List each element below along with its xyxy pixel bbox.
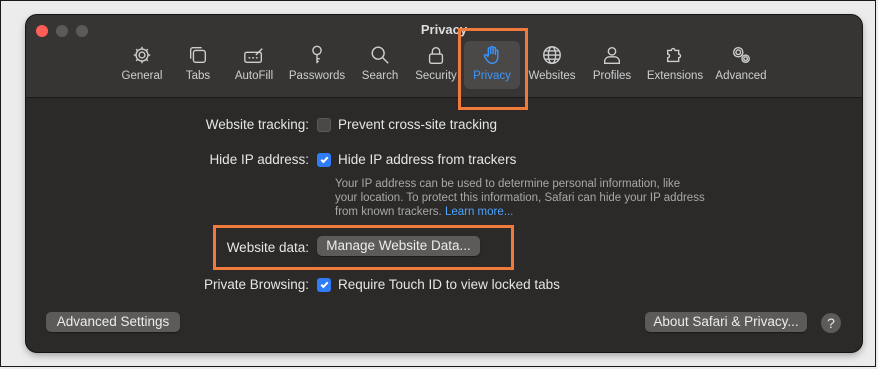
checkmark-icon [320,281,328,289]
gears-icon [729,43,753,67]
tab-extensions[interactable]: Extensions [644,43,706,85]
tab-search[interactable]: Search [349,43,411,85]
touch-id-checkbox[interactable] [317,277,331,292]
website-tracking-label: Website tracking: [205,117,309,132]
touch-id-option-label: Require Touch ID to view locked tabs [338,277,560,292]
hide-ip-description-text: Your IP address can be used to determine… [335,178,705,218]
tab-label: AutoFill [234,70,274,82]
advanced-settings-button[interactable]: Advanced Settings [46,312,180,332]
tab-label: Security [415,70,457,82]
tab-label: Profiles [592,70,632,82]
tab-label: Search [361,70,399,82]
tab-passwords[interactable]: Passwords [286,43,348,85]
hide-ip-checkbox[interactable] [317,152,331,167]
window-title: Privacy [420,22,468,37]
key-icon [305,43,329,67]
privacy-tab-highlight [458,28,528,110]
tab-profiles[interactable]: Profiles [581,43,643,85]
privacy-settings-window: Privacy General Tabs AutoFill Passwords … [26,15,862,352]
tab-general[interactable]: General [111,43,173,85]
website-data-highlight [213,225,514,270]
website-tracking-row[interactable]: Prevent cross-site tracking [317,117,497,132]
help-button[interactable]: ? [821,313,841,333]
hide-ip-option-label: Hide IP address from trackers [338,152,517,167]
tabs-icon [186,43,210,67]
about-safari-privacy-button[interactable]: About Safari & Privacy... [645,312,807,332]
hide-ip-label: Hide IP address: [209,152,309,167]
learn-more-link[interactable]: Learn more... [445,206,513,218]
tab-label: Passwords [288,70,346,82]
puzzle-icon [663,43,687,67]
tab-autofill[interactable]: AutoFill [223,43,285,85]
lock-icon [424,43,448,67]
tab-advanced[interactable]: Advanced [710,43,772,85]
tab-websites[interactable]: Websites [521,43,583,85]
checkmark-icon [320,156,328,164]
private-browsing-row[interactable]: Require Touch ID to view locked tabs [317,277,560,292]
gear-icon [130,43,154,67]
tab-tabs[interactable]: Tabs [167,43,229,85]
search-icon [368,43,392,67]
tab-label: Websites [528,70,576,82]
hide-ip-description: Your IP address can be used to determine… [335,177,705,219]
autofill-pencil-icon [242,43,266,67]
tab-label: Tabs [185,70,211,82]
prevent-tracking-label: Prevent cross-site tracking [338,117,498,132]
tab-label: General [121,70,163,82]
globe-icon [540,43,564,67]
tab-label: Extensions [646,70,704,82]
prevent-tracking-checkbox[interactable] [317,117,331,132]
person-icon [600,43,624,67]
tab-label: Advanced [715,70,767,82]
private-browsing-label: Private Browsing: [203,277,309,292]
toolbar: Privacy General Tabs AutoFill Passwords … [26,15,862,98]
hide-ip-row[interactable]: Hide IP address from trackers [317,152,516,167]
